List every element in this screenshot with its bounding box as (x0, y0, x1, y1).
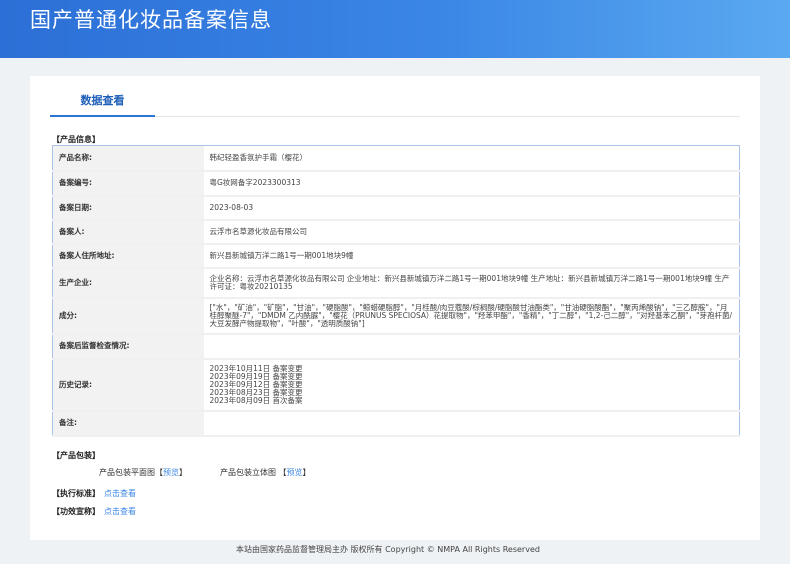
row-value: 2023-08-03 (203, 195, 740, 221)
row-value: 新兴县新城镇万洋二路1号一期001地块9幢 (203, 243, 740, 269)
efficacy-heading: 【功效宣称】 (52, 507, 100, 516)
row-label: 备案编号: (52, 170, 204, 197)
row-value (203, 410, 740, 437)
bracket: 【 (155, 468, 163, 477)
page-title: 国产普通化妆品备案信息 (30, 8, 272, 32)
bracket: 【 (278, 468, 287, 477)
content-card: 数据查看 【产品信息】 产品名称: 韩纪轻盈香氛护手霜（樱花） 备案编号: 粤G妆网… (30, 76, 760, 540)
row-label: 备案后监督检查情况: (52, 333, 204, 360)
row-value (203, 333, 740, 360)
row-label: 备案日期: (52, 195, 204, 221)
standard-heading: 【执行标准】 (52, 489, 100, 498)
row-label: 生产企业: (52, 267, 204, 299)
efficacy-view-link[interactable]: 点击查看 (104, 506, 136, 517)
copyright-text: 本站由国家药品监督管理局主办 版权所有 Copyright © NMPA All… (236, 545, 540, 554)
bracket: 】 (179, 468, 187, 477)
footer: 本站由国家药品监督管理局主办 版权所有 Copyright © NMPA All… (0, 540, 790, 564)
row-value: 粤G妆网备字2023300313 (203, 170, 740, 197)
table-row: 备案人住所地址: 新兴县新城镇万洋二路1号一期001地块9幢 (52, 243, 740, 269)
table-row: 生产企业: 企业名称：云浮市名草源化妆品有限公司 企业地址：新兴县新城镇万洋二路1… (52, 267, 740, 299)
table-row: 产品名称: 韩纪轻盈香氛护手霜（樱花） (52, 145, 740, 172)
row-label: 历史记录: (52, 358, 204, 412)
row-value: 企业名称：云浮市名草源化妆品有限公司 企业地址：新兴县新城镇万洋二路1号一期00… (203, 267, 740, 299)
history-list: 2023年10月11日 备案变更 2023年09月19日 备案变更 2023年0… (203, 358, 740, 412)
product-info-heading: 【产品信息】 (52, 135, 100, 144)
table-row: 备案日期: 2023-08-03 (52, 195, 740, 221)
table-row: 历史记录: 2023年10月11日 备案变更 2023年09月19日 备案变更 … (52, 358, 740, 412)
flat-label: 产品包装平面图 (99, 468, 155, 477)
row-value: ["水"，"矿油"，"矿脂"，"甘油"，"硬脂酸"，"鲸蜡硬脂醇"，"月桂酸/肉… (203, 297, 740, 335)
history-item: 2023年08月09日 首次备案 (209, 395, 303, 405)
table-row: 成分: ["水"，"矿油"，"矿脂"，"甘油"，"硬脂酸"，"鲸蜡硬脂醇"，"月桂… (52, 297, 740, 335)
bracket: 】 (302, 468, 311, 477)
tab-data-view[interactable]: 数据查看 (50, 90, 155, 117)
packaging-flat: 产品包装平面图【预览】 (99, 467, 187, 478)
row-label: 备注: (52, 410, 204, 437)
row-value: 韩纪轻盈香氛护手霜（樱花） (203, 145, 740, 172)
table-row: 备注: (52, 410, 740, 437)
solid-label: 产品包装立体图 (220, 468, 276, 477)
table-row: 备案后监督检查情况: (52, 333, 740, 360)
table-row: 备案编号: 粤G妆网备字2023300313 (52, 170, 740, 197)
packaging-solid: 产品包装立体图 【预览】 (220, 467, 311, 478)
row-label: 备案人住所地址: (52, 243, 204, 269)
row-label: 成分: (52, 297, 204, 335)
solid-preview-link[interactable]: 预览 (287, 468, 303, 477)
packaging-heading: 【产品包装】 (52, 451, 100, 460)
table-row: 备案人: 云浮市名草源化妆品有限公司 (52, 219, 740, 245)
row-label: 产品名称: (52, 145, 204, 172)
row-value: 云浮市名草源化妆品有限公司 (203, 219, 740, 245)
row-label: 备案人: (52, 219, 204, 245)
product-info-table: 产品名称: 韩纪轻盈香氛护手霜（樱花） 备案编号: 粤G妆网备字2023300313… (52, 145, 740, 437)
standard-view-link[interactable]: 点击查看 (104, 488, 136, 499)
flat-preview-link[interactable]: 预览 (163, 468, 179, 477)
header-banner: 国产普通化妆品备案信息 (0, 0, 790, 58)
tab-bar: 数据查看 (50, 90, 740, 117)
